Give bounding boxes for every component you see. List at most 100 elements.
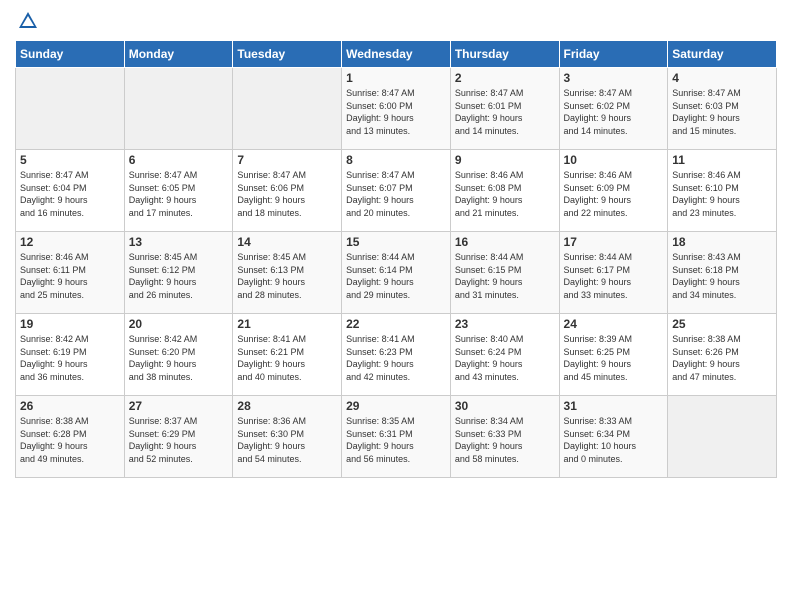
calendar-cell: 3 Sunrise: 8:47 AM Sunset: 6:02 PM Daylig… xyxy=(559,68,668,150)
day-number: 19 xyxy=(20,317,120,331)
calendar-cell: 21 Sunrise: 8:41 AM Sunset: 6:21 PM Dayli… xyxy=(233,314,342,396)
col-header-sunday: Sunday xyxy=(16,41,125,68)
day-number: 29 xyxy=(346,399,446,413)
day-number: 9 xyxy=(455,153,555,167)
day-info: Sunrise: 8:40 AM Sunset: 6:24 PM Dayligh… xyxy=(455,333,555,383)
calendar-cell: 14 Sunrise: 8:45 AM Sunset: 6:13 PM Dayli… xyxy=(233,232,342,314)
day-number: 23 xyxy=(455,317,555,331)
calendar-header-row: SundayMondayTuesdayWednesdayThursdayFrid… xyxy=(16,41,777,68)
day-number: 21 xyxy=(237,317,337,331)
calendar-cell: 2 Sunrise: 8:47 AM Sunset: 6:01 PM Daylig… xyxy=(450,68,559,150)
calendar-cell: 12 Sunrise: 8:46 AM Sunset: 6:11 PM Dayli… xyxy=(16,232,125,314)
day-number: 25 xyxy=(672,317,772,331)
day-number: 2 xyxy=(455,71,555,85)
day-info: Sunrise: 8:46 AM Sunset: 6:08 PM Dayligh… xyxy=(455,169,555,219)
day-info: Sunrise: 8:45 AM Sunset: 6:13 PM Dayligh… xyxy=(237,251,337,301)
calendar-cell: 27 Sunrise: 8:37 AM Sunset: 6:29 PM Dayli… xyxy=(124,396,233,478)
day-info: Sunrise: 8:39 AM Sunset: 6:25 PM Dayligh… xyxy=(564,333,664,383)
logo xyxy=(15,10,39,32)
calendar-cell: 22 Sunrise: 8:41 AM Sunset: 6:23 PM Dayli… xyxy=(342,314,451,396)
calendar-cell: 16 Sunrise: 8:44 AM Sunset: 6:15 PM Dayli… xyxy=(450,232,559,314)
day-info: Sunrise: 8:44 AM Sunset: 6:15 PM Dayligh… xyxy=(455,251,555,301)
col-header-friday: Friday xyxy=(559,41,668,68)
calendar-cell: 10Sunrise: 8:46 AM Sunset: 6:09 PM Dayli… xyxy=(559,150,668,232)
day-number: 16 xyxy=(455,235,555,249)
calendar-cell: 17Sunrise: 8:44 AM Sunset: 6:17 PM Dayli… xyxy=(559,232,668,314)
day-number: 10 xyxy=(564,153,664,167)
day-info: Sunrise: 8:47 AM Sunset: 6:06 PM Dayligh… xyxy=(237,169,337,219)
day-info: Sunrise: 8:41 AM Sunset: 6:23 PM Dayligh… xyxy=(346,333,446,383)
calendar-cell: 25 Sunrise: 8:38 AM Sunset: 6:26 PM Dayli… xyxy=(668,314,777,396)
day-number: 12 xyxy=(20,235,120,249)
day-number: 28 xyxy=(237,399,337,413)
calendar-week-row: 1Sunrise: 8:47 AM Sunset: 6:00 PM Daylig… xyxy=(16,68,777,150)
calendar-week-row: 12 Sunrise: 8:46 AM Sunset: 6:11 PM Dayli… xyxy=(16,232,777,314)
calendar-cell: 5Sunrise: 8:47 AM Sunset: 6:04 PM Daylig… xyxy=(16,150,125,232)
day-number: 27 xyxy=(129,399,229,413)
day-info: Sunrise: 8:47 AM Sunset: 6:05 PM Dayligh… xyxy=(129,169,229,219)
calendar-week-row: 26 Sunrise: 8:38 AM Sunset: 6:28 PM Dayli… xyxy=(16,396,777,478)
day-info: Sunrise: 8:38 AM Sunset: 6:26 PM Dayligh… xyxy=(672,333,772,383)
calendar-cell: 11Sunrise: 8:46 AM Sunset: 6:10 PM Dayli… xyxy=(668,150,777,232)
day-info: Sunrise: 8:47 AM Sunset: 6:07 PM Dayligh… xyxy=(346,169,446,219)
day-info: Sunrise: 8:37 AM Sunset: 6:29 PM Dayligh… xyxy=(129,415,229,465)
day-info: Sunrise: 8:44 AM Sunset: 6:17 PM Dayligh… xyxy=(564,251,664,301)
calendar-cell: 13 Sunrise: 8:45 AM Sunset: 6:12 PM Dayli… xyxy=(124,232,233,314)
day-info: Sunrise: 8:38 AM Sunset: 6:28 PM Dayligh… xyxy=(20,415,120,465)
day-number: 20 xyxy=(129,317,229,331)
calendar-cell: 19 Sunrise: 8:42 AM Sunset: 6:19 PM Dayli… xyxy=(16,314,125,396)
calendar-cell: 15Sunrise: 8:44 AM Sunset: 6:14 PM Dayli… xyxy=(342,232,451,314)
logo-icon xyxy=(17,10,39,32)
day-number: 7 xyxy=(237,153,337,167)
day-number: 26 xyxy=(20,399,120,413)
day-info: Sunrise: 8:34 AM Sunset: 6:33 PM Dayligh… xyxy=(455,415,555,465)
day-number: 11 xyxy=(672,153,772,167)
day-info: Sunrise: 8:45 AM Sunset: 6:12 PM Dayligh… xyxy=(129,251,229,301)
calendar-cell: 24Sunrise: 8:39 AM Sunset: 6:25 PM Dayli… xyxy=(559,314,668,396)
day-info: Sunrise: 8:42 AM Sunset: 6:19 PM Dayligh… xyxy=(20,333,120,383)
calendar-cell: 30 Sunrise: 8:34 AM Sunset: 6:33 PM Dayli… xyxy=(450,396,559,478)
day-number: 13 xyxy=(129,235,229,249)
calendar-cell xyxy=(16,68,125,150)
day-info: Sunrise: 8:47 AM Sunset: 6:01 PM Dayligh… xyxy=(455,87,555,137)
day-info: Sunrise: 8:35 AM Sunset: 6:31 PM Dayligh… xyxy=(346,415,446,465)
calendar-cell: 20 Sunrise: 8:42 AM Sunset: 6:20 PM Dayli… xyxy=(124,314,233,396)
day-number: 6 xyxy=(129,153,229,167)
calendar-cell: 29 Sunrise: 8:35 AM Sunset: 6:31 PM Dayli… xyxy=(342,396,451,478)
calendar-container: SundayMondayTuesdayWednesdayThursdayFrid… xyxy=(0,0,792,488)
day-number: 8 xyxy=(346,153,446,167)
calendar-cell: 6 Sunrise: 8:47 AM Sunset: 6:05 PM Daylig… xyxy=(124,150,233,232)
day-info: Sunrise: 8:47 AM Sunset: 6:02 PM Dayligh… xyxy=(564,87,664,137)
col-header-saturday: Saturday xyxy=(668,41,777,68)
day-number: 30 xyxy=(455,399,555,413)
calendar-cell: 28 Sunrise: 8:36 AM Sunset: 6:30 PM Dayli… xyxy=(233,396,342,478)
col-header-monday: Monday xyxy=(124,41,233,68)
day-number: 14 xyxy=(237,235,337,249)
day-info: Sunrise: 8:46 AM Sunset: 6:11 PM Dayligh… xyxy=(20,251,120,301)
calendar-cell xyxy=(233,68,342,150)
day-info: Sunrise: 8:42 AM Sunset: 6:20 PM Dayligh… xyxy=(129,333,229,383)
col-header-thursday: Thursday xyxy=(450,41,559,68)
day-number: 18 xyxy=(672,235,772,249)
day-info: Sunrise: 8:47 AM Sunset: 6:03 PM Dayligh… xyxy=(672,87,772,137)
calendar-week-row: 19 Sunrise: 8:42 AM Sunset: 6:19 PM Dayli… xyxy=(16,314,777,396)
calendar-cell: 4 Sunrise: 8:47 AM Sunset: 6:03 PM Daylig… xyxy=(668,68,777,150)
calendar-week-row: 5Sunrise: 8:47 AM Sunset: 6:04 PM Daylig… xyxy=(16,150,777,232)
day-number: 3 xyxy=(564,71,664,85)
day-info: Sunrise: 8:43 AM Sunset: 6:18 PM Dayligh… xyxy=(672,251,772,301)
calendar-cell: 31 Sunrise: 8:33 AM Sunset: 6:34 PM Dayli… xyxy=(559,396,668,478)
day-number: 5 xyxy=(20,153,120,167)
day-number: 22 xyxy=(346,317,446,331)
day-info: Sunrise: 8:36 AM Sunset: 6:30 PM Dayligh… xyxy=(237,415,337,465)
header xyxy=(15,10,777,32)
day-number: 1 xyxy=(346,71,446,85)
calendar-table: SundayMondayTuesdayWednesdayThursdayFrid… xyxy=(15,40,777,478)
calendar-cell xyxy=(668,396,777,478)
day-number: 31 xyxy=(564,399,664,413)
day-info: Sunrise: 8:41 AM Sunset: 6:21 PM Dayligh… xyxy=(237,333,337,383)
day-number: 4 xyxy=(672,71,772,85)
day-info: Sunrise: 8:33 AM Sunset: 6:34 PM Dayligh… xyxy=(564,415,664,465)
day-number: 15 xyxy=(346,235,446,249)
calendar-cell: 1Sunrise: 8:47 AM Sunset: 6:00 PM Daylig… xyxy=(342,68,451,150)
col-header-tuesday: Tuesday xyxy=(233,41,342,68)
